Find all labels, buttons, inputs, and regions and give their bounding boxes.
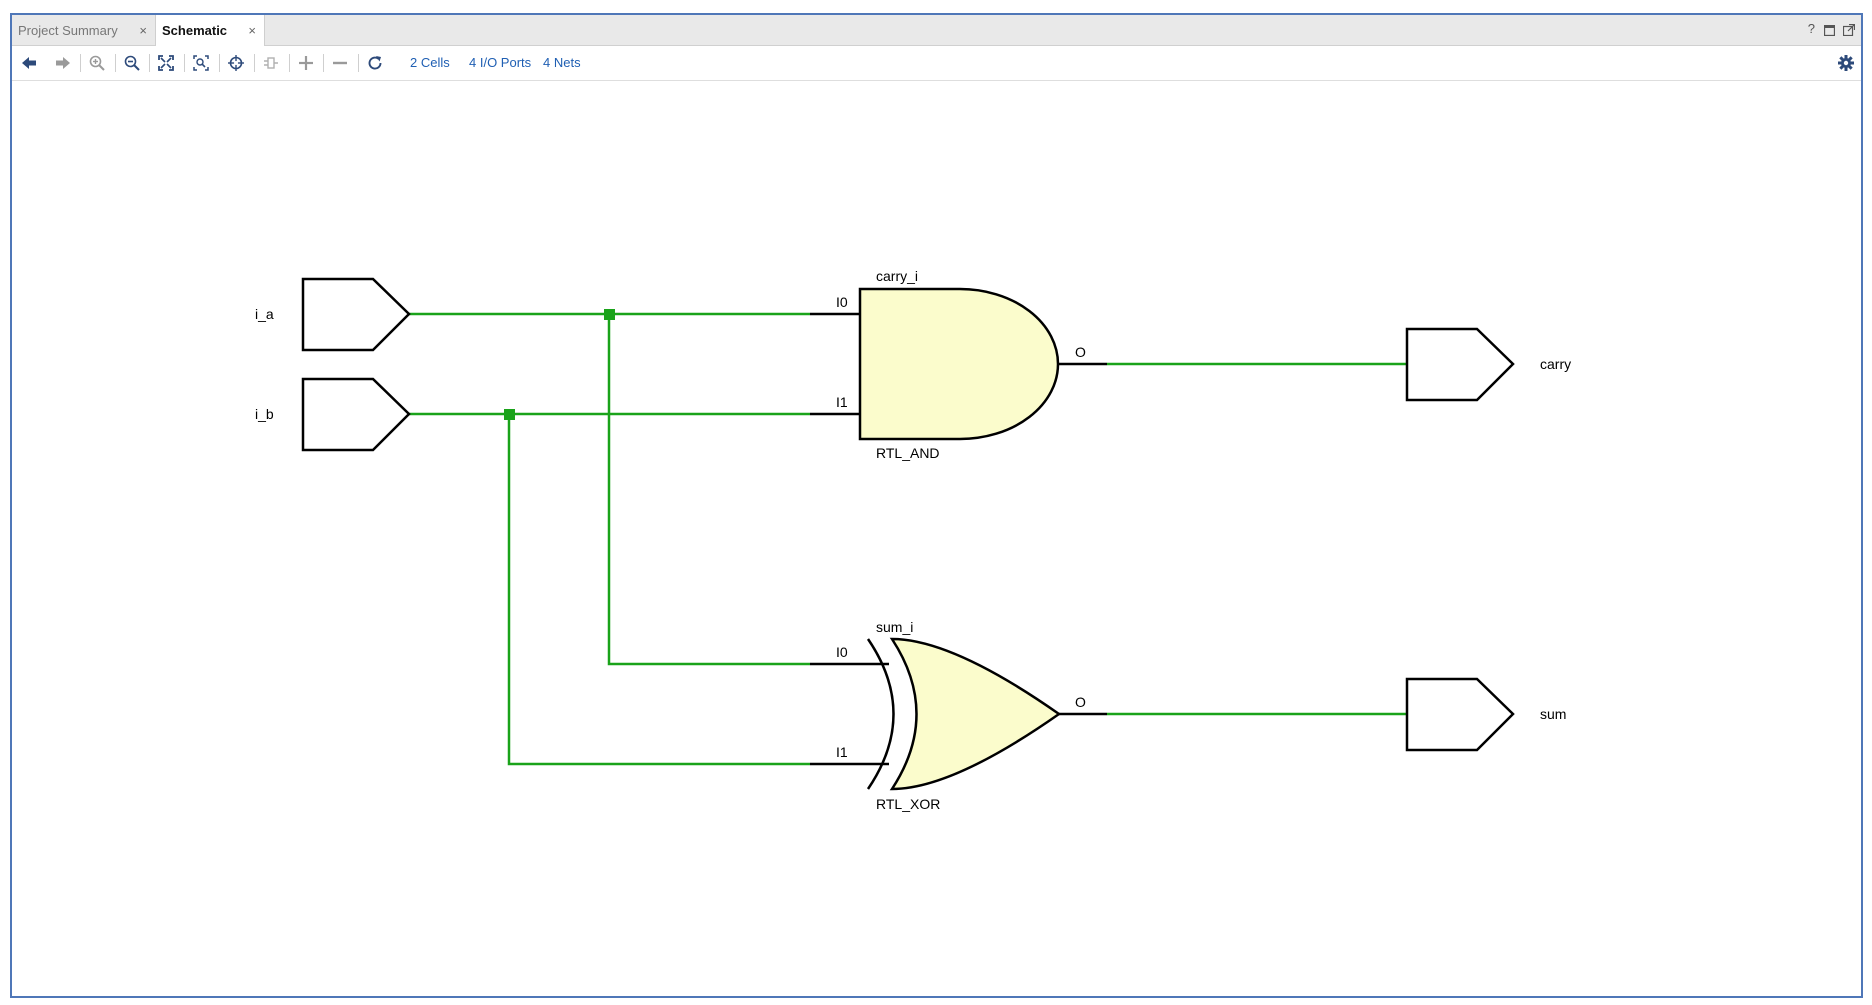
pin-label-o: O	[1075, 344, 1086, 360]
pin-label-i0: I0	[836, 294, 848, 310]
gear-icon[interactable]	[1833, 50, 1859, 76]
back-icon[interactable]	[16, 50, 42, 76]
tab-schematic[interactable]: Schematic ×	[155, 15, 265, 46]
zoom-area-icon[interactable]	[188, 50, 214, 76]
maximize-icon[interactable]	[1823, 24, 1836, 39]
tab-bar: Project Summary × Schematic × ?	[12, 15, 1861, 46]
pin-label-i1: I1	[836, 394, 848, 410]
route-icon[interactable]	[258, 50, 284, 76]
float-icon[interactable]	[1842, 23, 1856, 39]
forward-icon[interactable]	[50, 50, 76, 76]
pin-label-i0: I0	[836, 644, 848, 660]
port-label-i_a: i_a	[255, 306, 274, 322]
cell-instance-sum_i: sum_i	[876, 619, 913, 635]
io-ports-link[interactable]: 4 I/O Ports	[469, 55, 531, 70]
schematic-canvas[interactable]: i_a i_b carry_i RTL_AND I0 I1 O sum_i RT…	[12, 81, 1861, 996]
net-junction	[604, 309, 615, 320]
tab-label: Project Summary	[18, 22, 118, 38]
schematic-diagram[interactable]: i_a i_b carry_i RTL_AND I0 I1 O sum_i RT…	[12, 81, 1861, 996]
nets-link[interactable]: 4 Nets	[543, 55, 581, 70]
zoom-in-icon[interactable]	[84, 50, 110, 76]
net-junction	[504, 409, 515, 420]
tab-label: Schematic	[162, 23, 228, 38]
xor-gate-sum_i[interactable]	[810, 637, 1107, 791]
zoom-fit-icon[interactable]	[153, 50, 179, 76]
remove-icon[interactable]	[327, 50, 353, 76]
output-port-sum[interactable]	[1405, 677, 1515, 752]
tab-project-summary[interactable]: Project Summary ×	[12, 15, 155, 45]
cell-instance-carry_i: carry_i	[876, 268, 918, 284]
pin-label-o: O	[1075, 694, 1086, 710]
cell-type-rtl_xor: RTL_XOR	[876, 796, 940, 812]
cell-type-rtl_and: RTL_AND	[876, 445, 940, 461]
input-port-i_b[interactable]	[301, 377, 411, 452]
select-icon[interactable]	[223, 50, 249, 76]
help-icon[interactable]: ?	[1808, 21, 1815, 36]
close-icon[interactable]: ×	[248, 23, 256, 38]
input-port-i_a[interactable]	[301, 277, 411, 352]
schematic-toolbar: 2 Cells 4 I/O Ports 4 Nets	[12, 46, 1861, 81]
and-gate-carry_i[interactable]	[810, 287, 1107, 441]
port-label-i_b: i_b	[255, 406, 274, 422]
close-icon[interactable]: ×	[139, 23, 147, 38]
port-label-carry: carry	[1540, 356, 1571, 372]
add-icon[interactable]	[293, 50, 319, 76]
pin-label-i1: I1	[836, 744, 848, 760]
schematic-window: Project Summary × Schematic × ? 2 Cells …	[10, 13, 1863, 998]
refresh-icon[interactable]	[362, 50, 388, 76]
port-label-sum: sum	[1540, 706, 1566, 722]
net-i_a-branch[interactable]	[607, 314, 810, 666]
cells-link[interactable]: 2 Cells	[410, 55, 450, 70]
zoom-out-icon[interactable]	[119, 50, 145, 76]
net-i_b-branch[interactable]	[507, 414, 810, 766]
output-port-carry[interactable]	[1405, 327, 1515, 402]
